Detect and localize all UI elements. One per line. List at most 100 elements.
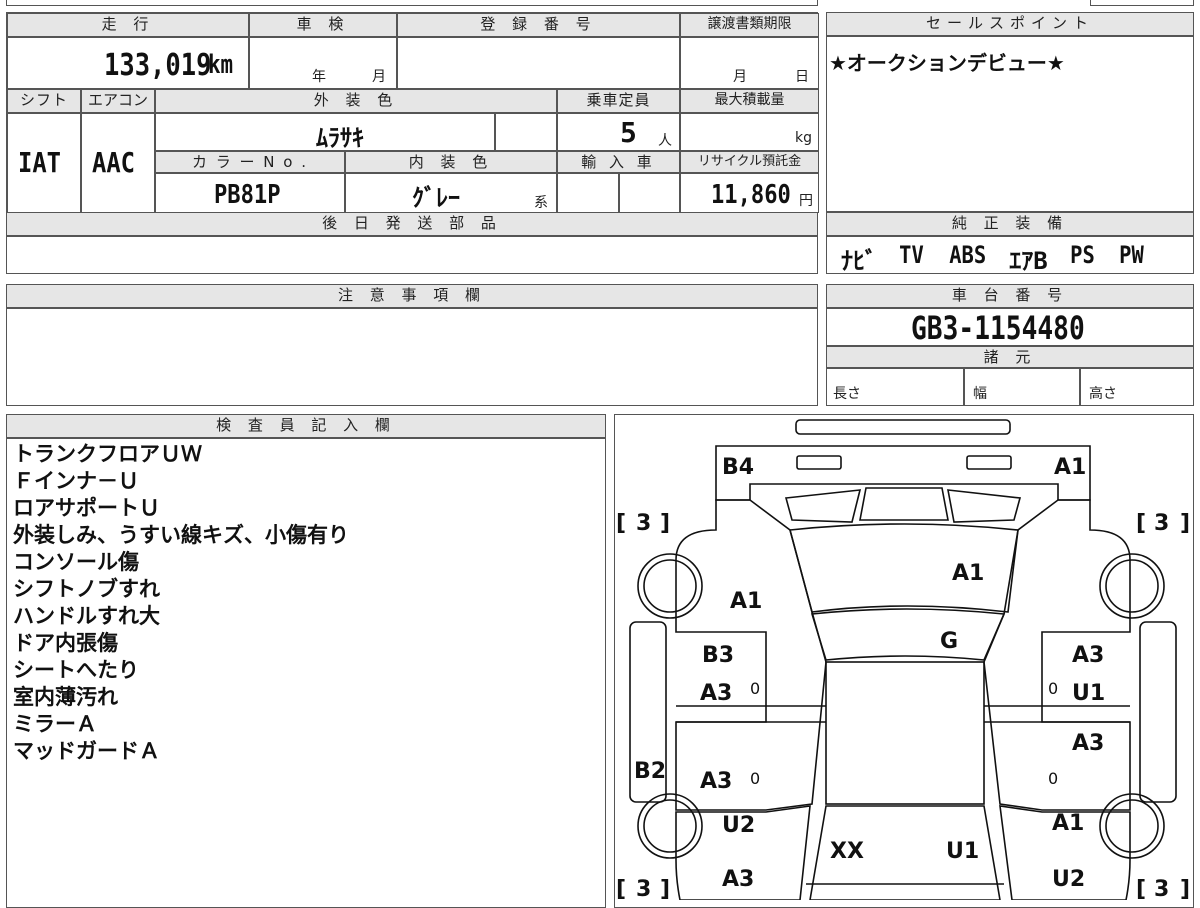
exterior-color-header: 外 装 色 xyxy=(155,89,557,113)
bracket-open: [ xyxy=(1136,511,1146,536)
wheel-front-right-inner xyxy=(1105,799,1159,853)
equipment-item: TV xyxy=(899,241,924,269)
shift-header: シフト xyxy=(7,89,81,113)
bracket-close: ] xyxy=(660,877,670,900)
body-left-side xyxy=(675,499,827,811)
roof xyxy=(810,608,1006,661)
damage-diagram: B4 A1 A1 A1 G B3 A3 A3 U1 A3 B2 A3 U2 A1… xyxy=(616,419,1190,900)
inspector-header: 検 査 員 記 入 欄 xyxy=(6,414,606,438)
capacity-unit: 人 xyxy=(658,133,672,149)
zero-mark: 0 xyxy=(1048,679,1058,698)
bracket-close: ] xyxy=(1180,511,1190,536)
label-rear-door-right-bottom: U1 xyxy=(1072,681,1105,706)
equipment-list: ﾅﾋﾞ TV ABS ｴｱB PS PW xyxy=(841,241,1146,276)
zero-mark: 0 xyxy=(750,769,760,788)
remark-line: ミラーＡ xyxy=(13,712,97,736)
tire-tread-value: 3 xyxy=(636,877,651,900)
remark-line: ハンドルすれ大 xyxy=(13,604,160,628)
wheel-front-left-inner xyxy=(643,799,697,853)
chassis-number: GB3-1154480 xyxy=(911,309,1085,347)
label-hood-right: U1 xyxy=(946,839,979,864)
shift-value: IAT xyxy=(18,146,61,179)
tire-tread-value: 3 xyxy=(1154,877,1169,900)
label-rear-door-left-bottom: A3 xyxy=(700,681,732,706)
notes-header: 注 意 事 項 欄 xyxy=(6,284,818,308)
chassis-header: 車 台 番 号 xyxy=(826,284,1194,308)
tire-tread-rear-left: [ 3 ] xyxy=(616,511,670,536)
later-parts-header: 後 日 発 送 部 品 xyxy=(6,212,818,236)
tire-tread-value: 3 xyxy=(636,511,651,536)
tire-tread-front-right: [ 3 ] xyxy=(1136,877,1190,900)
label-rear-door-right-top: A3 xyxy=(1072,643,1104,668)
max-load-header: 最大積載量 xyxy=(680,89,819,113)
mileage-header: 走 行 xyxy=(7,13,249,37)
shaken-year-label: 年 xyxy=(312,69,326,85)
recycle-header: リサイクル預託金 xyxy=(680,151,819,173)
notes-cell xyxy=(6,308,818,406)
equipment-header: 純 正 装 備 xyxy=(826,212,1194,236)
max-load-unit: kg xyxy=(795,130,812,146)
chassis-cell: GB3-1154480 xyxy=(826,308,1194,347)
rear-spoiler-center xyxy=(859,487,949,521)
tire-tread-front-left: [ 3 ] xyxy=(616,877,670,900)
shaken-cell: 年 月 xyxy=(249,37,397,89)
mileage-cell: 133,019 km xyxy=(7,37,249,89)
mileage-unit: km xyxy=(208,50,234,80)
label-fender-left: U2 xyxy=(722,813,755,838)
rear-spoiler-left xyxy=(784,489,862,523)
dimension-length-cell: 長さ xyxy=(826,368,964,406)
registration-cell xyxy=(397,37,680,89)
label-rear-door-left-top: B3 xyxy=(702,643,734,668)
wheel-rear-right-inner xyxy=(1105,559,1159,613)
dimension-width-cell: 幅 xyxy=(964,368,1080,406)
transfer-month-label: 月 xyxy=(733,69,747,85)
wheel-front-left xyxy=(637,793,703,859)
rocker-right xyxy=(1139,621,1177,803)
bracket-open: [ xyxy=(1136,877,1146,900)
transfer-deadline-cell: 月 日 xyxy=(680,37,819,89)
recycle-value: 11,860 xyxy=(711,180,791,210)
remark-line: トランクフロアＵＷ xyxy=(13,442,202,466)
aircon-value: AAC xyxy=(92,146,135,179)
top-strip-right xyxy=(1090,0,1194,6)
registration-header: 登 録 番 号 xyxy=(397,13,680,37)
transfer-deadline-header: 譲渡書類期限 xyxy=(680,13,819,37)
body-right-side xyxy=(983,499,1131,811)
dimension-length-label: 長さ xyxy=(833,386,861,402)
remark-line: ロアサポートＵ xyxy=(13,496,160,520)
remark-line: マッドガードＡ xyxy=(13,739,160,763)
vehicle-info-table: 走 行 車 検 登 録 番 号 譲渡書類期限 133,019 km 年 月 月 … xyxy=(6,12,819,213)
aircon-cell: AAC xyxy=(81,113,155,213)
inspector-remarks: トランクフロアＵＷ Ｆインナ－Ｕ ロアサポートＵ 外装しみ、うすい線キズ、小傷有… xyxy=(6,438,606,908)
exterior-color-cell: ﾑﾗｻｷ xyxy=(155,113,495,152)
wheel-rear-left xyxy=(637,553,703,619)
remark-line: Ｆインナ－Ｕ xyxy=(13,469,139,493)
aircon-header: エアコン xyxy=(81,89,155,113)
zero-mark: 0 xyxy=(1048,769,1058,788)
label-front-right: U2 xyxy=(1052,867,1085,892)
capacity-value: 5 xyxy=(620,116,637,149)
color-no-cell: PB81P xyxy=(155,173,345,213)
label-hood-left: XX xyxy=(830,839,864,864)
remark-line: シフトノブすれ xyxy=(13,577,160,601)
trunk-lid xyxy=(715,445,1091,501)
label-front-left: A3 xyxy=(722,867,754,892)
bracket-close: ] xyxy=(660,511,670,536)
interior-color-cell: ｸﾞﾚｰ 系 xyxy=(345,173,557,213)
later-parts-cell xyxy=(6,236,818,274)
equipment-item: ﾅﾋﾞ xyxy=(841,247,877,275)
import-cell-b xyxy=(619,173,680,213)
rear-bumper-bar xyxy=(795,419,1011,435)
shaken-month-label: 月 xyxy=(372,69,386,85)
label-front-door-left: A3 xyxy=(700,769,732,794)
top-strip xyxy=(6,0,818,6)
dimension-height-label: 高さ xyxy=(1089,386,1117,402)
interior-color-value: ｸﾞﾚｰ xyxy=(412,184,460,212)
bracket-open: [ xyxy=(616,511,626,536)
exterior-color-value: ﾑﾗｻｷ xyxy=(316,124,364,152)
label-rocker-left: B2 xyxy=(634,759,666,784)
remark-line: 室内薄汚れ xyxy=(13,685,118,709)
sales-point-text: ★オークションデビュー★ xyxy=(829,51,1065,75)
rear-light-left xyxy=(796,455,842,470)
cabin xyxy=(825,661,985,805)
